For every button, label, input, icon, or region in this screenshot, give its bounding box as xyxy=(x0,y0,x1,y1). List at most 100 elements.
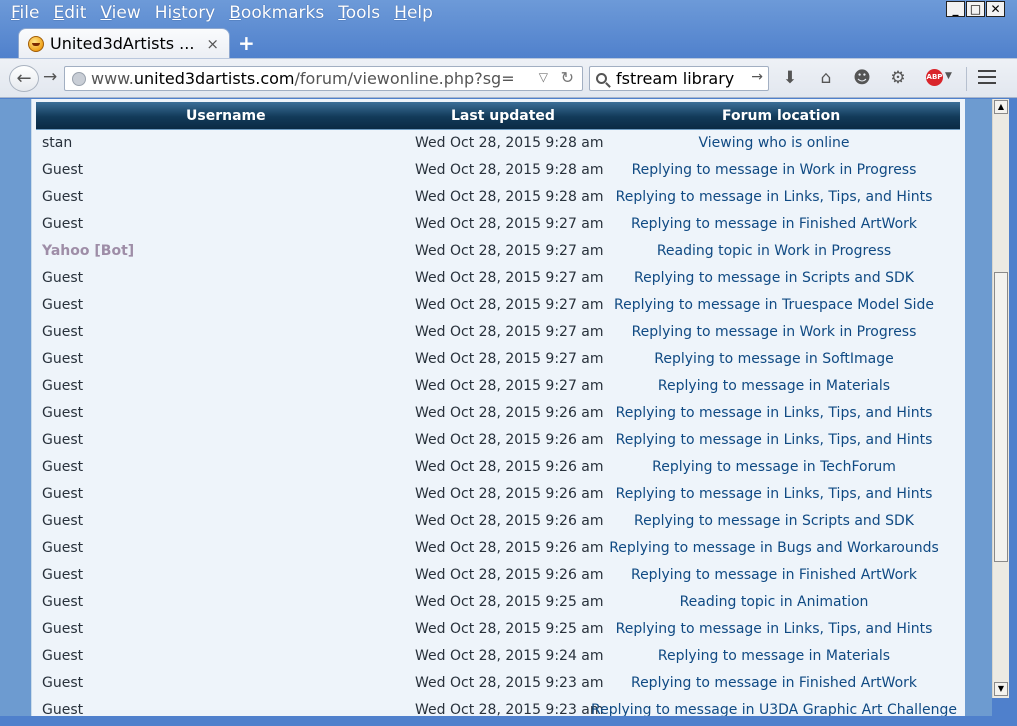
username-link[interactable]: Guest xyxy=(42,621,83,637)
globe-icon[interactable] xyxy=(72,71,86,86)
forum-location-link[interactable]: Replying to message in TechForum xyxy=(490,459,992,475)
forum-location-link[interactable]: Viewing who is online xyxy=(490,135,992,151)
forum-location-link[interactable]: Replying to message in Truespace Model S… xyxy=(490,297,992,313)
forum-location-link[interactable]: Replying to message in Links, Tips, and … xyxy=(490,432,992,448)
url-path: /forum/viewonline.php?sg= xyxy=(294,69,515,88)
table-row: Guest Wed Oct 28, 2015 9:28 am Replying to… xyxy=(37,184,959,211)
smiley-favicon-icon xyxy=(28,35,44,52)
username-link[interactable]: Guest xyxy=(42,702,83,716)
username-link[interactable]: Guest xyxy=(42,594,83,610)
close-window-button[interactable]: ✕ xyxy=(986,1,1005,17)
forum-location-link[interactable]: Replying to message in Links, Tips, and … xyxy=(490,189,992,205)
download-icon[interactable]: ⬇ xyxy=(780,68,800,88)
scroll-down-button[interactable]: ▼ xyxy=(994,682,1008,696)
menu-item-Edit[interactable]: Edit xyxy=(46,1,93,25)
vertical-scrollbar[interactable]: ▲ ▼ xyxy=(992,99,1009,698)
forward-arrow-icon[interactable]: → xyxy=(43,67,57,87)
url-prefix: www. xyxy=(91,69,134,88)
table-row: stan Wed Oct 28, 2015 9:28 am Viewing who … xyxy=(37,130,959,157)
forum-location-link[interactable]: Replying to message in Scripts and SDK xyxy=(490,270,992,286)
table-row: Guest Wed Oct 28, 2015 9:27 am Replying to… xyxy=(37,346,959,373)
username-link[interactable]: Yahoo [Bot] xyxy=(42,243,134,259)
menu-icon[interactable] xyxy=(978,70,996,86)
url-text[interactable]: www.united3dartists.com/forum/viewonline… xyxy=(91,69,531,88)
dropdown-icon[interactable]: ▽ xyxy=(539,70,548,84)
forum-location-link[interactable]: Reading topic in Animation xyxy=(490,594,992,610)
username-link[interactable]: Guest xyxy=(42,567,83,583)
forum-location-link[interactable]: Replying to message in Scripts and SDK xyxy=(490,513,992,529)
table-row: Guest Wed Oct 28, 2015 9:26 am Replying to… xyxy=(37,454,959,481)
username-link[interactable]: Guest xyxy=(42,540,83,556)
forum-location-link[interactable]: Reading topic in Work in Progress xyxy=(490,243,992,259)
minimize-button[interactable]: _ xyxy=(946,1,965,17)
tab-strip: United3dArtists ... × + xyxy=(0,28,1017,58)
table-header: Username Last updated Forum location xyxy=(36,102,960,130)
table-row: Guest Wed Oct 28, 2015 9:27 am Replying to… xyxy=(37,319,959,346)
username-link[interactable]: Guest xyxy=(42,189,83,205)
new-tab-button[interactable]: + xyxy=(238,31,255,55)
forum-location-link[interactable]: Replying to message in Links, Tips, and … xyxy=(490,405,992,421)
header-last-updated[interactable]: Last updated xyxy=(451,108,555,124)
search-bar[interactable]: fstream library → xyxy=(589,66,769,91)
tab-close-icon[interactable]: × xyxy=(206,35,219,53)
search-input[interactable]: fstream library xyxy=(616,69,734,88)
forum-location-link[interactable]: Replying to message in Links, Tips, and … xyxy=(490,621,992,637)
table-row: Guest Wed Oct 28, 2015 9:24 am Replying to… xyxy=(37,643,959,670)
username-link[interactable]: Guest xyxy=(42,405,83,421)
url-domain: united3dartists.com xyxy=(133,69,295,88)
menu-item-Tools[interactable]: Tools xyxy=(331,1,387,25)
username-link[interactable]: Guest xyxy=(42,297,83,313)
scrollbar-thumb[interactable] xyxy=(994,272,1008,562)
gear-icon[interactable]: ⚙ xyxy=(888,68,908,88)
forum-location-link[interactable]: Replying to message in Finished ArtWork xyxy=(490,216,992,232)
username-link[interactable]: Guest xyxy=(42,648,83,664)
username-link[interactable]: Guest xyxy=(42,324,83,340)
tab-united3dartists[interactable]: United3dArtists ... × xyxy=(18,28,230,58)
chat-smiley-icon[interactable]: ☻ xyxy=(852,68,872,88)
browser-window: File Edit View History Bookmarks Tools Help _ … xyxy=(0,0,1017,726)
username-link[interactable]: Guest xyxy=(42,378,83,394)
forum-location-link[interactable]: Replying to message in Materials xyxy=(490,648,992,664)
table-row: Guest Wed Oct 28, 2015 9:26 am Replying to… xyxy=(37,535,959,562)
table-row: Yahoo [Bot] Wed Oct 28, 2015 9:27 am Readi… xyxy=(37,238,959,265)
username-link[interactable]: Guest xyxy=(42,270,83,286)
forum-location-link[interactable]: Replying to message in Finished ArtWork xyxy=(490,675,992,691)
menu-item-File[interactable]: File xyxy=(4,1,46,25)
adblock-dropdown-icon[interactable]: ▼ xyxy=(945,71,952,81)
adblock-icon[interactable]: ABP xyxy=(926,69,943,86)
username-link[interactable]: Guest xyxy=(42,432,83,448)
username-link[interactable]: stan xyxy=(42,135,72,151)
username-link[interactable]: Guest xyxy=(42,513,83,529)
maximize-button[interactable]: □ xyxy=(966,1,985,17)
forum-location-link[interactable]: Replying to message in Bugs and Workarou… xyxy=(490,540,992,556)
forum-location-link[interactable]: Replying to message in Materials xyxy=(490,378,992,394)
reload-icon[interactable]: ↻ xyxy=(561,68,574,87)
username-link[interactable]: Guest xyxy=(42,162,83,178)
menu-item-History[interactable]: History xyxy=(148,1,223,25)
home-icon[interactable]: ⌂ xyxy=(816,68,836,88)
header-forum-location[interactable]: Forum location xyxy=(722,108,840,124)
username-link[interactable]: Guest xyxy=(42,675,83,691)
username-link[interactable]: Guest xyxy=(42,216,83,232)
tab-title: United3dArtists ... xyxy=(50,34,195,53)
forum-location-link[interactable]: Replying to message in U3DA Graphic Art … xyxy=(490,702,992,716)
forum-location-link[interactable]: Replying to message in SoftImage xyxy=(490,351,992,367)
table-row: Guest Wed Oct 28, 2015 9:26 am Replying to… xyxy=(37,562,959,589)
username-link[interactable]: Guest xyxy=(42,486,83,502)
menu-item-View[interactable]: View xyxy=(93,1,147,25)
username-link[interactable]: Guest xyxy=(42,351,83,367)
menu-item-Help[interactable]: Help xyxy=(387,1,440,25)
window-controls: _ □ ✕ xyxy=(946,1,1005,17)
table-row: Guest Wed Oct 28, 2015 9:23 am Replying to… xyxy=(37,670,959,697)
header-username[interactable]: Username xyxy=(186,108,266,124)
go-arrow-icon[interactable]: → xyxy=(751,69,763,85)
username-link[interactable]: Guest xyxy=(42,459,83,475)
back-arrow-icon[interactable]: ← xyxy=(9,65,39,92)
scroll-up-button[interactable]: ▲ xyxy=(994,100,1008,114)
menu-item-Bookmarks[interactable]: Bookmarks xyxy=(222,1,331,25)
forum-location-link[interactable]: Replying to message in Finished ArtWork xyxy=(490,567,992,583)
forum-location-link[interactable]: Replying to message in Work in Progress xyxy=(490,324,992,340)
forum-location-link[interactable]: Replying to message in Work in Progress xyxy=(490,162,992,178)
forum-location-link[interactable]: Replying to message in Links, Tips, and … xyxy=(490,486,992,502)
url-bar[interactable]: www.united3dartists.com/forum/viewonline… xyxy=(64,66,583,91)
